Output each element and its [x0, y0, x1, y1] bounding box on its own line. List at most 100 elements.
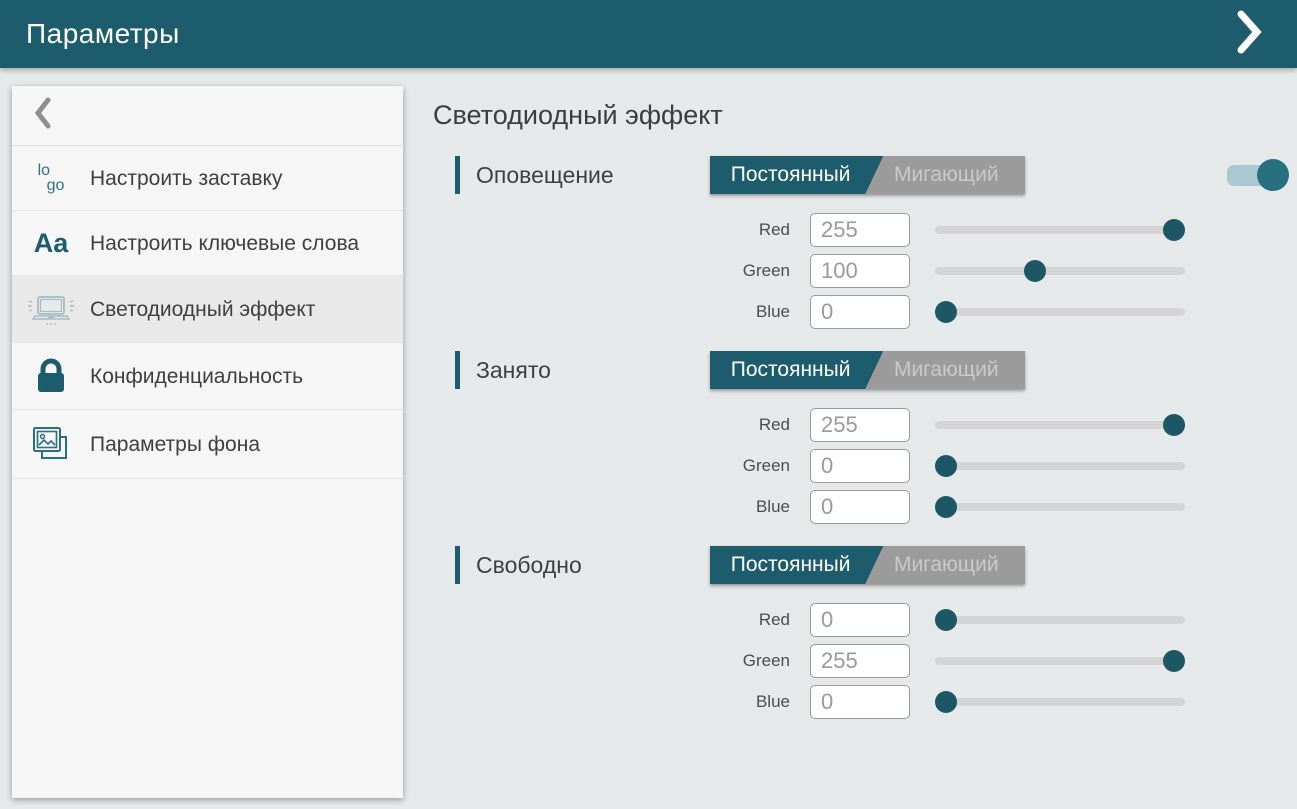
sidebar-item-led-effect[interactable]: Светодиодный эффект: [12, 276, 403, 343]
sidebar-item-label: Светодиодный эффект: [90, 296, 315, 323]
section-notification: Оповещение Мигающий Постоянный Red: [433, 155, 1297, 332]
section-label: Свободно: [476, 552, 582, 579]
slider-thumb[interactable]: [935, 455, 957, 477]
blue-slider[interactable]: [935, 300, 1185, 324]
channel-label: Blue: [700, 692, 790, 712]
channel-label: Green: [700, 456, 790, 476]
channel-row-red: Red: [700, 404, 1297, 445]
app-header: Параметры: [0, 0, 1297, 68]
sidebar-item-privacy[interactable]: Конфиденциальность: [12, 343, 403, 410]
channel-label: Red: [700, 220, 790, 240]
red-value-input[interactable]: [810, 408, 910, 442]
channel-row-green: Green: [700, 640, 1297, 681]
slider-track: [935, 308, 1185, 316]
slider-track: [935, 462, 1185, 470]
slider-track: [935, 657, 1185, 665]
green-slider[interactable]: [935, 649, 1185, 673]
mode-toggle: Мигающий Постоянный: [710, 546, 1025, 584]
slider-thumb[interactable]: [935, 691, 957, 713]
switch-thumb: [1257, 159, 1289, 191]
mode-option-constant[interactable]: Постоянный: [710, 546, 883, 584]
slider-thumb[interactable]: [1024, 260, 1046, 282]
slider-thumb[interactable]: [935, 609, 957, 631]
blue-slider[interactable]: [935, 495, 1185, 519]
mode-option-constant[interactable]: Постоянный: [710, 351, 883, 389]
section-label: Оповещение: [476, 162, 614, 189]
mode-option-label: Мигающий: [894, 358, 999, 382]
channel-label: Red: [700, 415, 790, 435]
blue-value-input[interactable]: [810, 490, 910, 524]
sidebar-item-label: Настроить ключевые слова: [90, 230, 359, 257]
sidebar-item-background[interactable]: Параметры фона: [12, 410, 403, 479]
app-title: Параметры: [26, 18, 180, 50]
red-value-input[interactable]: [810, 213, 910, 247]
notification-switch[interactable]: [1227, 159, 1289, 191]
green-value-input[interactable]: [810, 644, 910, 678]
sidebar-item-label: Настроить заставку: [90, 165, 282, 192]
blue-value-input[interactable]: [810, 685, 910, 719]
slider-thumb[interactable]: [1163, 650, 1185, 672]
sidebar-collapse-button[interactable]: [12, 86, 403, 146]
slider-track: [935, 226, 1185, 234]
slider-track: [935, 267, 1185, 275]
mode-option-label: Мигающий: [894, 163, 999, 187]
lock-icon: [12, 357, 90, 395]
sidebar-item-keywords[interactable]: Aa Настроить ключевые слова: [12, 211, 403, 276]
chevron-left-icon: [34, 97, 52, 134]
channel-row-red: Red: [700, 599, 1297, 640]
mode-option-label: Постоянный: [731, 553, 851, 577]
mode-toggle: Мигающий Постоянный: [710, 156, 1025, 194]
slider-track: [935, 421, 1185, 429]
red-slider[interactable]: [935, 608, 1185, 632]
mode-option-blinking[interactable]: Мигающий: [868, 156, 1026, 194]
slider-thumb[interactable]: [1163, 414, 1185, 436]
page-title: Светодиодный эффект: [433, 100, 1297, 131]
slider-track: [935, 698, 1185, 706]
channel-label: Blue: [700, 302, 790, 322]
section-label: Занято: [476, 357, 551, 384]
section-busy: Занято Мигающий Постоянный Red Green: [433, 350, 1297, 527]
mode-option-label: Постоянный: [731, 358, 851, 382]
blue-slider[interactable]: [935, 690, 1185, 714]
main-content: Светодиодный эффект Оповещение Мигающий …: [433, 86, 1297, 740]
sidebar-item-label: Конфиденциальность: [90, 363, 303, 390]
mode-option-constant[interactable]: Постоянный: [710, 156, 883, 194]
channel-row-blue: Blue: [700, 486, 1297, 527]
mode-option-blinking[interactable]: Мигающий: [868, 546, 1026, 584]
green-slider[interactable]: [935, 454, 1185, 478]
slider-thumb[interactable]: [935, 496, 957, 518]
channel-row-green: Green: [700, 445, 1297, 486]
section-accent-bar: [455, 546, 460, 584]
channel-label: Green: [700, 651, 790, 671]
red-slider[interactable]: [935, 218, 1185, 242]
channel-row-blue: Blue: [700, 291, 1297, 332]
chevron-right-icon: [1236, 10, 1262, 59]
sidebar-item-label: Параметры фона: [90, 431, 260, 458]
slider-track: [935, 503, 1185, 511]
channel-label: Red: [700, 610, 790, 630]
red-value-input[interactable]: [810, 603, 910, 637]
slider-track: [935, 616, 1185, 624]
green-value-input[interactable]: [810, 449, 910, 483]
channel-label: Green: [700, 261, 790, 281]
keywords-icon: Aa: [12, 228, 90, 259]
green-value-input[interactable]: [810, 254, 910, 288]
logo-icon: logo: [12, 163, 90, 193]
blue-value-input[interactable]: [810, 295, 910, 329]
mode-option-label: Мигающий: [894, 553, 999, 577]
slider-thumb[interactable]: [935, 301, 957, 323]
channel-label: Blue: [700, 497, 790, 517]
mode-toggle: Мигающий Постоянный: [710, 351, 1025, 389]
background-image-icon: [12, 424, 90, 464]
channel-row-blue: Blue: [700, 681, 1297, 722]
sidebar: logo Настроить заставку Aa Настроить клю…: [12, 86, 403, 798]
mode-option-blinking[interactable]: Мигающий: [868, 351, 1026, 389]
slider-thumb[interactable]: [1163, 219, 1185, 241]
section-accent-bar: [455, 156, 460, 194]
section-free: Свободно Мигающий Постоянный Red Green: [433, 545, 1297, 722]
led-screen-icon: [12, 290, 90, 328]
green-slider[interactable]: [935, 259, 1185, 283]
drawer-forward-button[interactable]: [1227, 10, 1271, 58]
sidebar-item-screensaver[interactable]: logo Настроить заставку: [12, 146, 403, 211]
red-slider[interactable]: [935, 413, 1185, 437]
